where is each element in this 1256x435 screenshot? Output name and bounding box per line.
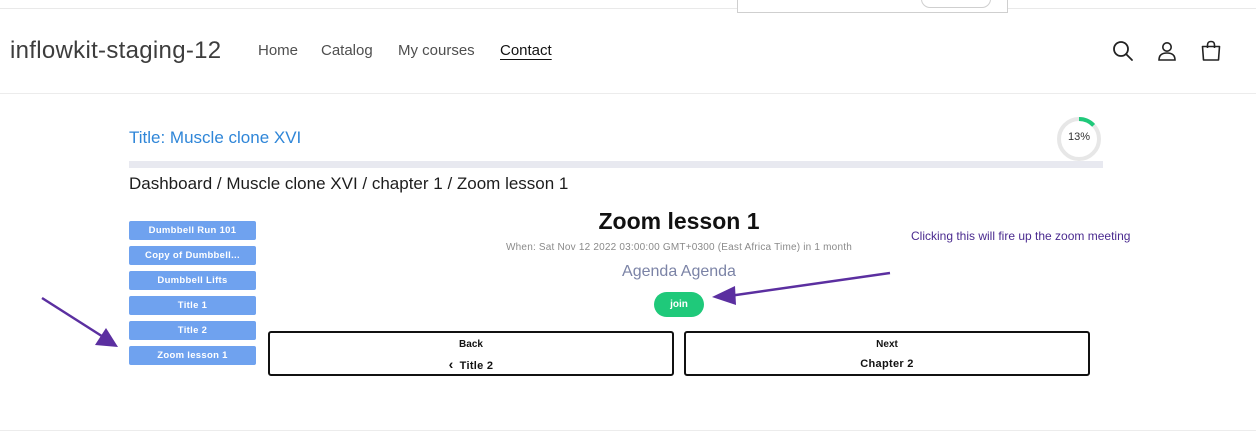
progress-percent: 13% — [1067, 131, 1091, 143]
header-divider — [0, 93, 1256, 94]
annotation-note: Clicking this will fire up the zoom meet… — [911, 229, 1131, 243]
nav-home[interactable]: Home — [258, 42, 298, 59]
nav-my-courses[interactable]: My courses — [398, 42, 475, 59]
nav-contact[interactable]: Contact — [500, 42, 552, 59]
lesson-title: Zoom lesson 1 — [598, 208, 760, 234]
cart-icon[interactable] — [1199, 39, 1223, 63]
breadcrumb: Dashboard / Muscle clone XVI / chapter 1… — [129, 174, 569, 193]
footer-divider — [0, 430, 1256, 431]
search-icon[interactable] — [1111, 39, 1135, 63]
arrow-to-join-head — [712, 286, 736, 305]
account-icon[interactable] — [1155, 39, 1179, 63]
back-target-label: Title 2 — [459, 360, 494, 372]
next-target: Chapter 2 — [860, 358, 914, 370]
next-button[interactable]: Next Chapter 2 — [684, 331, 1090, 376]
course-title: Title: Muscle clone XVI — [129, 128, 302, 147]
nav-catalog[interactable]: Catalog — [321, 42, 373, 59]
sidebar-item-zoom-lesson-1[interactable]: Zoom lesson 1 — [129, 346, 256, 365]
lesson-agenda: Agenda Agenda — [622, 263, 736, 280]
arrow-to-sidebar — [41, 296, 109, 342]
back-label: Back — [459, 339, 483, 350]
sidebar-item-copy-of-dumbbell[interactable]: Copy of Dumbbell... — [129, 246, 256, 265]
sidebar-item-dumbbell-lifts[interactable]: Dumbbell Lifts — [129, 271, 256, 290]
top-divider — [0, 8, 1256, 9]
chevron-left-icon: ‹ — [448, 356, 454, 372]
back-target: ‹ Title 2 — [270, 356, 672, 372]
site-title[interactable]: inflowkit-staging-12 — [10, 37, 221, 65]
sidebar-item-title-2[interactable]: Title 2 — [129, 321, 256, 340]
next-label: Next — [876, 339, 898, 350]
sidebar-item-title-1[interactable]: Title 1 — [129, 296, 256, 315]
sidebar-item-dumbbell-run-101[interactable]: Dumbbell Run 101 — [129, 221, 256, 240]
join-button[interactable]: join — [654, 292, 704, 317]
back-button[interactable]: Back ‹ Title 2 — [268, 331, 674, 376]
progress-track — [129, 161, 1103, 168]
dropdown-popup — [737, 0, 1008, 13]
arrow-to-sidebar-head — [95, 328, 118, 347]
popup-pill — [921, 0, 991, 8]
lesson-when: When: Sat Nov 12 2022 03:00:00 GMT+0300 … — [506, 242, 852, 253]
